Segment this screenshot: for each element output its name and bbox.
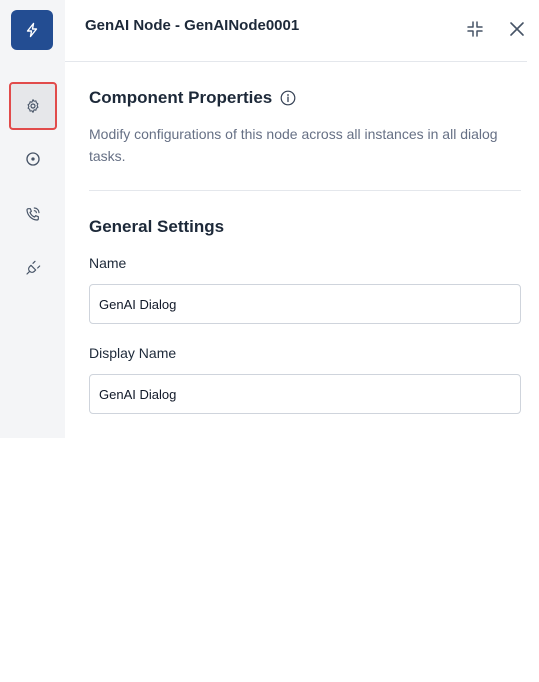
sidebar-item-instance-properties[interactable] xyxy=(11,137,55,181)
left-rail xyxy=(0,0,65,438)
minimize-icon xyxy=(467,21,483,37)
sidebar-item-connections[interactable] xyxy=(11,246,55,290)
section-description: Modify configurations of this node acros… xyxy=(89,126,498,164)
display-name-field[interactable] xyxy=(89,374,521,414)
section-title-component-properties: Component Properties xyxy=(89,88,273,107)
info-icon[interactable] xyxy=(280,90,296,106)
sidebar-item-component-properties[interactable] xyxy=(9,82,57,130)
name-field[interactable] xyxy=(89,284,521,324)
section-title-general-settings: General Settings xyxy=(89,217,225,236)
close-icon xyxy=(510,22,524,36)
target-icon xyxy=(26,152,40,166)
plug-icon xyxy=(26,260,41,275)
minimize-button[interactable] xyxy=(464,18,486,40)
genai-node-badge xyxy=(11,10,53,50)
gear-icon xyxy=(27,99,39,113)
panel-header: GenAI Node - GenAINode0001 xyxy=(65,0,527,62)
phone-call-icon xyxy=(26,207,40,221)
sidebar-item-voice-call-properties[interactable] xyxy=(11,192,55,236)
divider xyxy=(89,190,521,191)
lightning-icon xyxy=(26,22,38,38)
display-name-label: Display Name xyxy=(89,345,177,361)
properties-panel: GenAI Node - GenAINode0001 Component Pro… xyxy=(65,0,527,438)
close-button[interactable] xyxy=(506,18,528,40)
page-title: GenAI Node - GenAINode0001 xyxy=(85,17,300,34)
name-label: Name xyxy=(89,255,127,271)
